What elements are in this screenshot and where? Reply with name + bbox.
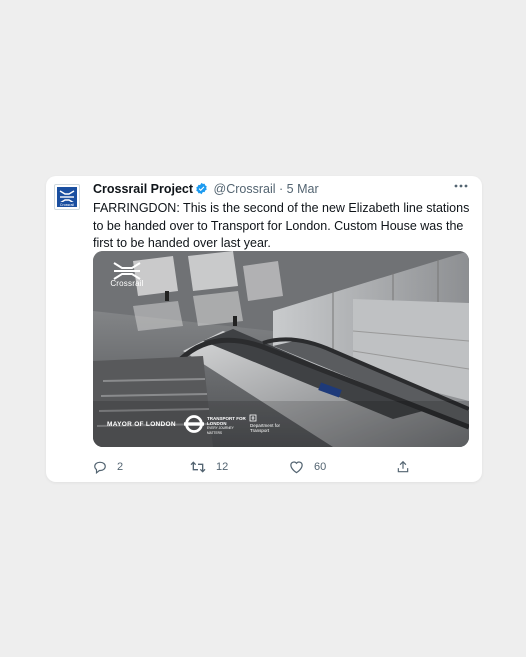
reply-icon xyxy=(94,461,106,474)
tweet-date[interactable]: 5 Mar xyxy=(287,182,319,196)
retweet-button[interactable]: 12 xyxy=(190,458,228,476)
avatar[interactable]: Crossrail xyxy=(54,184,80,210)
mayor-of-london-logo: MAYOR OF LONDON xyxy=(107,421,176,428)
dft-crest-icon xyxy=(249,414,257,422)
share-button[interactable] xyxy=(396,458,420,476)
crossrail-label: Crossrail xyxy=(110,279,144,288)
crossrail-logo xyxy=(113,262,141,280)
tfl-subtitle: EVERY JOURNEY MATTERS xyxy=(207,426,234,435)
retweet-icon xyxy=(190,461,206,473)
tweet-media[interactable]: Crossrail MAYOR OF LONDON TRANSPORT FOR … xyxy=(93,251,469,447)
tfl-roundel-icon xyxy=(184,415,204,433)
tweet-card[interactable]: Crossrail Crossrail Project @Crossrail ·… xyxy=(46,176,482,482)
tweet-actions: 2 12 60 xyxy=(93,458,473,476)
more-icon[interactable] xyxy=(452,178,470,194)
verified-icon xyxy=(195,182,208,199)
retweet-count: 12 xyxy=(216,461,229,473)
share-icon xyxy=(397,460,409,473)
like-icon xyxy=(290,461,303,474)
avatar-label: Crossrail xyxy=(60,203,74,207)
author-handle[interactable]: @Crossrail xyxy=(214,182,276,196)
reply-button[interactable]: 2 xyxy=(93,458,123,476)
tweet-text: FARRINGDON: This is the second of the ne… xyxy=(93,201,470,250)
tfl-label: TRANSPORT FOR LONDON EVERY JOURNEY MATTE… xyxy=(207,416,247,436)
tweet-header: Crossrail Project @Crossrail · 5 Mar xyxy=(93,181,319,199)
escalator-photo xyxy=(93,251,469,447)
dft-label: Department for Transport xyxy=(250,423,281,433)
like-count: 60 xyxy=(314,461,327,473)
reply-count: 2 xyxy=(117,461,124,473)
tfl-title: TRANSPORT FOR LONDON xyxy=(207,416,246,426)
like-button[interactable]: 60 xyxy=(289,458,326,476)
author-name[interactable]: Crossrail Project xyxy=(93,182,193,196)
header-separator: · xyxy=(279,182,284,196)
crossrail-logo-icon: Crossrail xyxy=(57,187,77,207)
